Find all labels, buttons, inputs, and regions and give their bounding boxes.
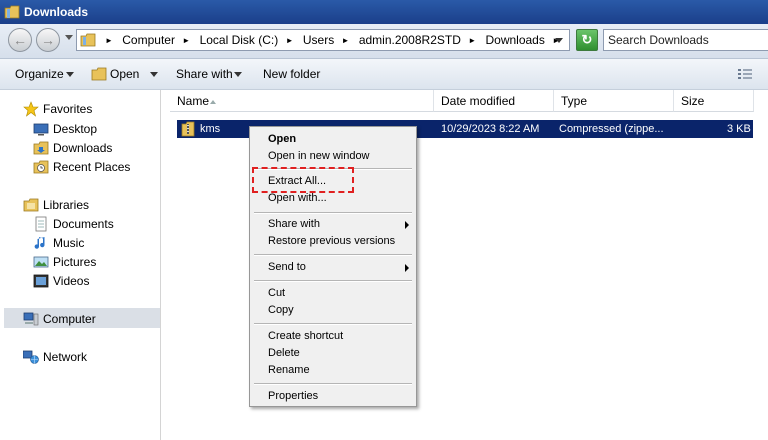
share-dropdown-icon[interactable] xyxy=(234,72,242,77)
column-header-date-modified[interactable]: Date modified xyxy=(434,90,554,112)
window-title: Downloads xyxy=(24,5,89,19)
menu-item-copy[interactable]: Copy xyxy=(268,304,294,316)
menu-item-properties[interactable]: Properties xyxy=(268,390,318,402)
videos-icon xyxy=(33,274,49,288)
breadcrumb-computer[interactable]: Computer xyxy=(122,33,175,47)
nav-label: Recent Places xyxy=(53,160,131,174)
menu-separator xyxy=(254,280,412,282)
menu-separator xyxy=(254,254,412,256)
network-icon xyxy=(23,350,39,364)
back-button[interactable]: ← xyxy=(8,28,32,52)
menu-item-open-new-window[interactable]: Open in new window xyxy=(268,150,370,162)
column-header-name[interactable]: Name xyxy=(170,90,434,112)
menu-item-open[interactable]: Open xyxy=(268,133,296,145)
forward-arrow-icon: → xyxy=(41,32,55,48)
breadcrumb-downloads[interactable]: Downloads xyxy=(485,33,544,47)
nav-label: Music xyxy=(53,236,85,250)
recent-places-icon xyxy=(33,160,49,174)
nav-label: Favorites xyxy=(43,102,93,116)
open-dropdown-icon[interactable] xyxy=(150,72,158,77)
column-header-type[interactable]: Type xyxy=(554,90,674,112)
nav-label: Pictures xyxy=(53,255,97,269)
breadcrumb-local-disk[interactable]: Local Disk (C:) xyxy=(200,33,279,47)
breadcrumb-arrow-icon[interactable]: ► xyxy=(286,36,294,45)
music-icon xyxy=(34,237,45,249)
column-label: Name xyxy=(177,94,210,108)
menu-separator xyxy=(254,212,412,214)
menu-item-share-with[interactable]: Share with xyxy=(268,218,320,230)
file-name: kms xyxy=(200,123,221,135)
menu-item-delete[interactable]: Delete xyxy=(268,347,300,359)
title-bar: Downloads xyxy=(0,0,768,24)
nav-label: Documents xyxy=(53,217,114,231)
breadcrumb-arrow-icon[interactable]: ► xyxy=(342,36,350,45)
star-icon xyxy=(23,101,39,117)
menu-item-open-with[interactable]: Open with... xyxy=(268,192,327,204)
refresh-button[interactable]: ↻ xyxy=(576,29,598,51)
address-dropdown-icon[interactable] xyxy=(555,38,563,43)
menu-item-create-shortcut[interactable]: Create shortcut xyxy=(268,330,343,342)
navigation-pane: Favorites Desktop Downloads Recent Place… xyxy=(0,90,161,440)
breadcrumb-user-folder[interactable]: admin.2008R2STD xyxy=(359,33,461,47)
folder-open-icon xyxy=(91,67,107,81)
nav-label: Libraries xyxy=(43,198,90,212)
nav-label: Computer xyxy=(43,312,96,326)
search-input[interactable] xyxy=(608,32,768,48)
nav-label: Desktop xyxy=(53,122,98,136)
sort-arrow-icon xyxy=(210,100,216,104)
breadcrumb: ► Computer ► Local Disk (C:) ► Users ► a… xyxy=(101,33,566,47)
nav-label: Downloads xyxy=(53,141,113,155)
address-box[interactable]: ► Computer ► Local Disk (C:) ► Users ► a… xyxy=(76,29,570,51)
view-options-icon[interactable] xyxy=(738,68,752,80)
file-type: Compressed (zippe... xyxy=(559,123,664,135)
downloads-folder-icon xyxy=(33,141,49,155)
back-arrow-icon: ← xyxy=(13,32,27,48)
breadcrumb-users[interactable]: Users xyxy=(303,33,334,47)
breadcrumb-arrow-icon[interactable]: ► xyxy=(182,36,190,45)
breadcrumb-arrow-icon[interactable]: ► xyxy=(105,36,113,45)
nav-label: Videos xyxy=(53,274,90,288)
share-with-button[interactable]: Share with xyxy=(176,67,233,81)
address-bar-area: ← → ► Computer ► Local Disk (C:) ► Users… xyxy=(0,24,768,59)
new-folder-button[interactable]: New folder xyxy=(263,67,320,81)
column-label: Date modified xyxy=(441,94,516,108)
column-label: Size xyxy=(681,94,705,108)
menu-item-cut[interactable]: Cut xyxy=(268,287,285,299)
menu-item-send-to[interactable]: Send to xyxy=(268,261,306,273)
libraries-icon xyxy=(23,198,39,212)
command-bar: Organize Open Share with New folder xyxy=(0,59,768,90)
file-size: 3 KB xyxy=(727,123,751,135)
search-box[interactable] xyxy=(603,29,768,51)
documents-icon xyxy=(35,216,47,232)
history-dropdown-icon[interactable] xyxy=(65,35,73,40)
folder-icon xyxy=(4,5,20,19)
nav-label: Network xyxy=(43,350,88,364)
open-button[interactable]: Open xyxy=(110,67,139,81)
file-date-modified: 10/29/2023 8:22 AM xyxy=(441,123,540,135)
refresh-icon: ↻ xyxy=(581,32,593,47)
breadcrumb-arrow-icon[interactable]: ► xyxy=(468,36,476,45)
forward-button[interactable]: → xyxy=(36,28,60,52)
menu-item-restore-previous-versions[interactable]: Restore previous versions xyxy=(268,235,395,247)
pictures-icon xyxy=(33,256,49,268)
column-header-size[interactable]: Size xyxy=(674,90,754,112)
submenu-arrow-icon xyxy=(405,264,409,272)
organize-button[interactable]: Organize xyxy=(15,67,64,81)
folder-icon xyxy=(80,33,96,47)
zip-folder-icon xyxy=(181,121,195,137)
column-label: Type xyxy=(561,94,588,108)
menu-item-rename[interactable]: Rename xyxy=(268,364,310,376)
highlight-box xyxy=(252,167,354,193)
submenu-arrow-icon xyxy=(405,221,409,229)
organize-dropdown-icon[interactable] xyxy=(66,72,74,77)
computer-icon xyxy=(23,312,39,326)
menu-separator xyxy=(254,383,412,385)
desktop-icon xyxy=(33,123,49,136)
menu-separator xyxy=(254,323,412,325)
